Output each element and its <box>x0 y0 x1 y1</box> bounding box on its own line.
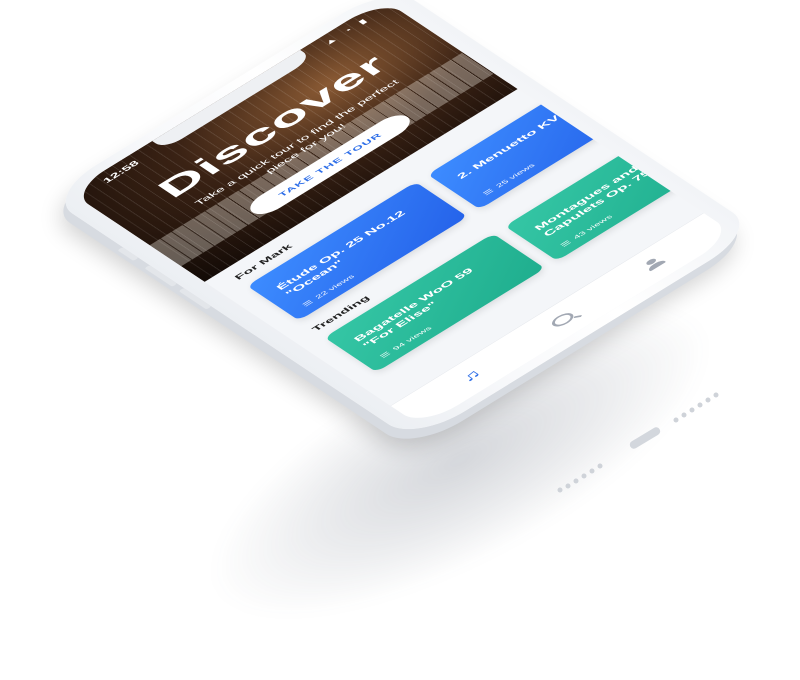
list-icon: ☰ <box>301 299 316 308</box>
list-icon: ☰ <box>481 187 496 197</box>
piece-views: 25 views <box>494 162 537 189</box>
app-screen: Discover Take a quick tour to find the p… <box>69 0 736 428</box>
list-icon: ☰ <box>559 239 574 249</box>
profile-icon <box>639 254 668 272</box>
phone-device: Discover Take a quick tour to find the p… <box>46 0 759 442</box>
list-icon: ☰ <box>378 350 393 360</box>
search-icon <box>548 310 578 329</box>
music-note-icon: ♫ <box>457 367 486 385</box>
mockup-stage: Discover Take a quick tour to find the p… <box>0 0 800 600</box>
piece-meta: ☰ 25 views <box>481 162 537 197</box>
